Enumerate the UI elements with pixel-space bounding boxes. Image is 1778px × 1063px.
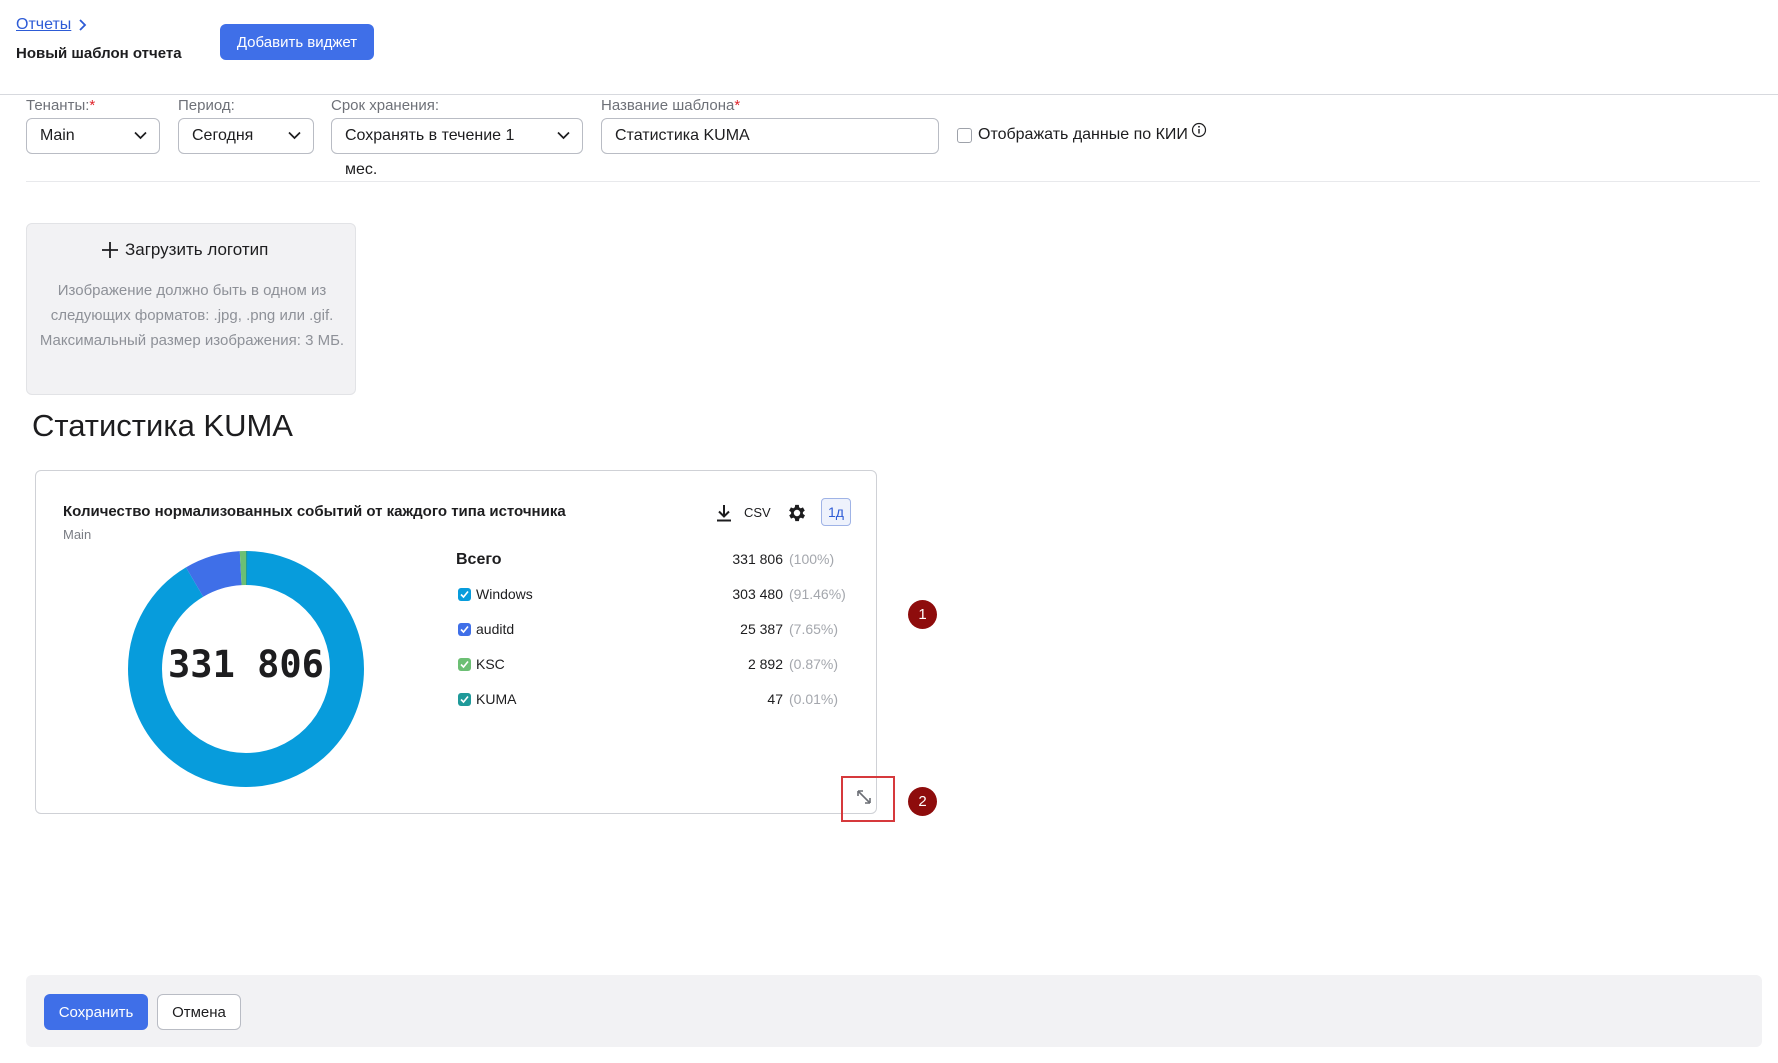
legend-item-value: 2 892 bbox=[747, 656, 783, 672]
footer-bar: Сохранить Отмена bbox=[26, 975, 1762, 1047]
csv-export-button[interactable]: CSV bbox=[744, 505, 771, 520]
check-icon bbox=[460, 590, 469, 599]
add-widget-button[interactable]: Добавить виджет bbox=[220, 24, 374, 60]
check-icon bbox=[460, 660, 469, 669]
widget-card[interactable]: Количество нормализованных событий от ка… bbox=[35, 470, 877, 814]
legend-item[interactable]: KUMA 47 (0.01%) bbox=[458, 691, 853, 711]
filters-divider bbox=[26, 181, 1760, 182]
legend-item-pct: (0.01%) bbox=[789, 691, 839, 707]
legend-checkbox[interactable] bbox=[458, 658, 471, 671]
legend-item[interactable]: auditd 25 387 (7.65%) bbox=[458, 621, 853, 641]
info-icon[interactable] bbox=[1191, 122, 1207, 138]
legend-item-name: Windows bbox=[476, 586, 533, 602]
legend-total-pct: (100%) bbox=[789, 551, 835, 567]
logo-upload-hint: Изображение должно быть в одном из следу… bbox=[39, 282, 345, 349]
page-title: Новый шаблон отчета bbox=[16, 45, 182, 62]
cancel-button[interactable]: Отмена bbox=[157, 994, 241, 1030]
header-divider bbox=[0, 94, 1778, 95]
legend-item-name: KUMA bbox=[476, 691, 517, 707]
kii-checkbox-label[interactable]: Отображать данные по КИИ bbox=[978, 126, 1188, 144]
upload-logo-button[interactable]: Загрузить логотип bbox=[101, 240, 268, 260]
period-select[interactable]: Сегодня bbox=[178, 118, 314, 154]
donut-center-total: 331 806 bbox=[168, 643, 324, 686]
retention-label: Срок хранения: bbox=[331, 97, 440, 114]
template-name-label: Название шаблона* bbox=[601, 97, 741, 114]
logo-upload-area[interactable]: Загрузить логотип Изображение должно быт… bbox=[26, 223, 356, 395]
legend-item-name: KSC bbox=[476, 656, 505, 672]
template-name-input[interactable] bbox=[601, 118, 939, 154]
legend-total-row: Всего 331 806 (100%) bbox=[456, 551, 853, 571]
report-title: Статистика KUMA bbox=[32, 408, 293, 443]
save-button[interactable]: Сохранить bbox=[44, 994, 148, 1030]
legend-checkbox[interactable] bbox=[458, 693, 471, 706]
chevron-down-icon bbox=[557, 131, 570, 140]
chevron-down-icon bbox=[134, 131, 147, 140]
tenants-select[interactable]: Main bbox=[26, 118, 160, 154]
legend-item-value: 303 480 bbox=[732, 586, 783, 602]
legend-item-value: 25 387 bbox=[740, 621, 783, 637]
gear-icon[interactable] bbox=[786, 502, 808, 524]
legend-item[interactable]: KSC 2 892 (0.87%) bbox=[458, 656, 853, 676]
legend-total-value: 331 806 bbox=[732, 551, 783, 567]
annotation-badge-1: 1 bbox=[908, 600, 937, 629]
legend-item-pct: (7.65%) bbox=[789, 621, 839, 637]
widget-title: Количество нормализованных событий от ка… bbox=[63, 503, 566, 520]
legend-item-name: auditd bbox=[476, 621, 515, 637]
period-toggle-button[interactable]: 1д bbox=[821, 498, 851, 526]
widget-tenant: Main bbox=[63, 527, 92, 542]
chevron-down-icon bbox=[288, 131, 301, 140]
legend-item-value: 47 bbox=[767, 691, 783, 707]
resize-icon[interactable] bbox=[855, 788, 873, 806]
chevron-right-icon bbox=[79, 19, 87, 31]
annotation-badge-2: 2 bbox=[908, 787, 937, 816]
breadcrumb-link-reports[interactable]: Отчеты bbox=[16, 16, 71, 34]
check-icon bbox=[460, 625, 469, 634]
legend-checkbox[interactable] bbox=[458, 623, 471, 636]
kii-checkbox[interactable] bbox=[957, 128, 972, 143]
legend-item[interactable]: Windows 303 480 (91.46%) bbox=[458, 586, 853, 606]
plus-icon bbox=[102, 242, 118, 258]
period-label: Период: bbox=[178, 97, 235, 114]
legend-item-pct: (0.87%) bbox=[789, 656, 839, 672]
tenants-label: Тенанты:* bbox=[26, 97, 96, 114]
legend-total-label: Всего bbox=[456, 551, 502, 568]
retention-select[interactable]: Сохранять в течение 1 мес. bbox=[331, 118, 583, 178]
legend-item-pct: (91.46%) bbox=[789, 586, 846, 602]
download-icon[interactable] bbox=[714, 503, 734, 523]
check-icon bbox=[460, 695, 469, 704]
legend-checkbox[interactable] bbox=[458, 588, 471, 601]
